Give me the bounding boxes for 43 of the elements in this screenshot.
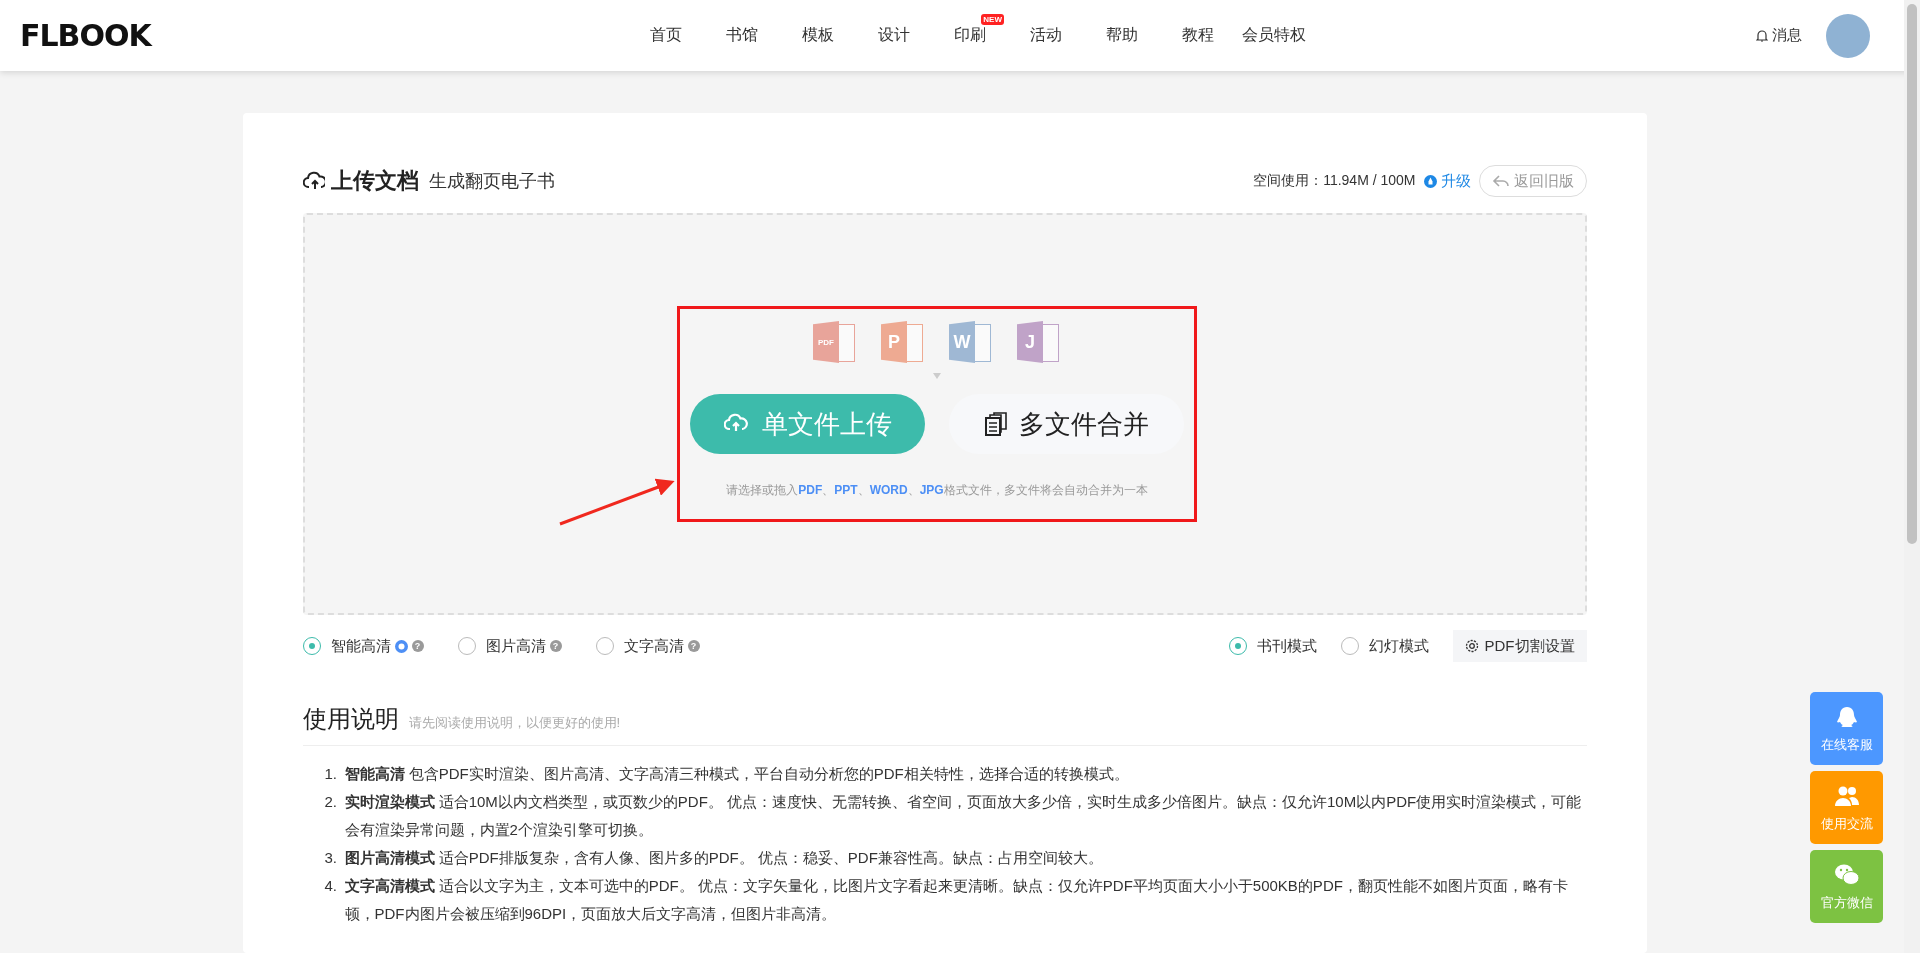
pdf-split-settings-button[interactable]: PDF切割设置	[1452, 630, 1587, 662]
multi-file-merge-button[interactable]: 多文件合并	[949, 394, 1184, 454]
list-number: 3.	[324, 848, 338, 868]
instruction-item: 图片高清模式 适合PDF排版复杂，含有人像、图片多的PDF。 优点：稳妥、PDF兼容性高。缺点：占用空间较大。	[344, 848, 1104, 868]
rocket-icon	[1423, 174, 1437, 188]
radio-option[interactable]: 文字高清	[595, 636, 684, 656]
nav-link[interactable]: 活动	[1030, 25, 1062, 46]
new-badge: NEW	[981, 14, 1004, 25]
messages-link[interactable]: 消息	[1756, 26, 1802, 45]
settings-icon	[1464, 639, 1479, 653]
nav-link[interactable]: 模板	[802, 25, 834, 46]
instruction-item: 文字高清模式 适合以文字为主，文本可选中的PDF。 优点：文字矢量化，比图片文字看起来更清晰。缺点：仅允许PDF平均页面大小小于500KB的PDF，翻页性能不如图片页面，略有卡顿，PDF内图片会被压缩到96DPI，页面放大后文字高清，但图片非高清。	[344, 876, 1569, 924]
logo[interactable]: FLBOOK	[20, 18, 180, 53]
instruction-item: 智能高清 包含PDF实时渲染、图片高清、文字高清三种模式，平台自动分析您的PDF相关特性，选择合适的转换模式。	[344, 764, 1130, 784]
list-number: 2.	[324, 792, 338, 812]
radio-option[interactable]: 图片高清	[457, 636, 546, 656]
nav-link[interactable]: 书馆	[726, 25, 758, 46]
caret-icon	[933, 373, 941, 379]
upgrade-link[interactable]: 升级	[1423, 171, 1471, 191]
page-subtitle: 生成翻页电子书	[428, 170, 555, 193]
nav-link[interactable]: 首页	[650, 25, 682, 46]
section-title: 使用说明	[302, 704, 399, 734]
nav-link[interactable]: 印刷	[954, 25, 986, 46]
radio-option[interactable]: 书刊模式	[1228, 636, 1317, 656]
upload-hint: 请选择或拖入PDF、PPT、WORD、JPG格式文件，多文件将会自动合并为一本	[726, 482, 1148, 499]
list-number: 1.	[324, 764, 338, 784]
reply-arrow-icon	[1491, 174, 1510, 188]
radio-option[interactable]: 智能高清	[302, 636, 391, 656]
nav-link[interactable]: 教程	[1182, 25, 1214, 46]
upload-cloud-icon	[302, 170, 325, 192]
radio-option[interactable]: 幻灯模式	[1340, 636, 1429, 656]
bell-icon	[1756, 29, 1768, 42]
page-title: 上传文档	[330, 167, 419, 195]
storage-usage-text: 空间使用：11.94M / 100M	[1253, 172, 1416, 190]
nav-link[interactable]: 会员特权	[1242, 25, 1306, 46]
nav-link[interactable]: 帮助	[1106, 25, 1138, 46]
drop-zone[interactable]: PDF P W J 单文件上传 多文件合并 请选择或拖入PDF、PPT、WORD、JPG格式文件，多文件将会自动合并为一本	[302, 213, 1587, 615]
instruction-item: 实时渲染模式 适合10M以内文档类型，或页数少的PDF。 优点：速度快、无需转换、省空间，页面放大多少倍，实时生成多少倍图片。缺点：仅允许10M以内PDF使用实时渲染模式，可能会有渲染异常问题，内置2个渲染引擎可切换。	[344, 792, 1583, 840]
documents-icon	[984, 412, 1007, 436]
section-subtitle: 请先阅读使用说明，以便更好的使用!	[408, 714, 621, 732]
list-number: 4.	[324, 876, 338, 896]
nav-link[interactable]: 设计	[878, 25, 910, 46]
avatar[interactable]	[1826, 13, 1870, 58]
